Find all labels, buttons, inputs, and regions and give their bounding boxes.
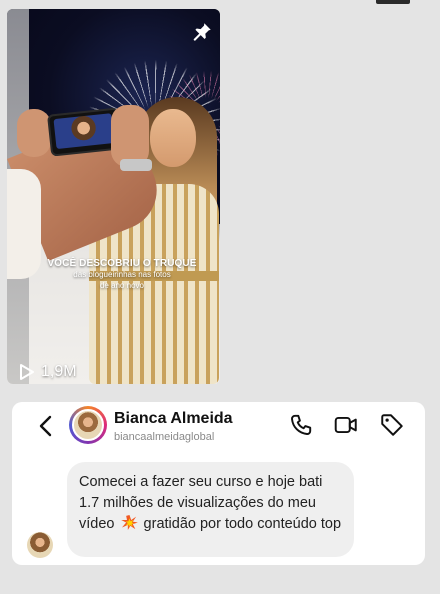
photographer-hand-left [17,109,51,157]
reel-thumbnail[interactable]: VOCÊ DESCOBRIU O TRUQUE das blogueirinha… [7,9,220,384]
view-count-label: 1,9M [41,363,77,380]
reel-caption: VOCÊ DESCOBRIU O TRUQUE das blogueirinha… [37,258,207,291]
message-bubble[interactable]: Comecei a fazer seu curso e hoje bati 1.… [67,462,354,557]
wrist-watch [120,159,152,171]
pin-icon[interactable] [191,21,213,43]
woman-face [150,109,196,167]
tag-icon[interactable] [379,412,405,438]
message-text-2: gratidão por todo conteúdo top [143,516,342,532]
smartphone-screen [53,113,115,150]
back-icon[interactable] [36,414,56,438]
caption-subtitle-2: de ano novo [99,281,145,290]
play-icon [20,364,34,380]
profile-avatar[interactable] [69,406,107,444]
sender-avatar[interactable] [27,532,53,558]
top-bar-fragment [376,0,410,4]
collision-emoji [120,515,138,530]
view-count: 1,9M [19,363,77,381]
photographer-hand-right [111,105,149,167]
contact-handle: biancaalmeidaglobal [114,431,215,443]
profile-photo [72,409,104,441]
caption-title: VOCÊ DESCOBRIU O TRUQUE [47,258,197,269]
video-icon[interactable] [333,412,359,438]
photographer-shirt [7,169,41,279]
contact-name[interactable]: Bianca Almeida [114,410,233,428]
caption-subtitle: das blogueirinhas nas fotos [73,270,171,279]
direct-message-card: Bianca Almeida biancaalmeidaglobal Comec… [12,402,425,565]
phone-icon[interactable] [288,412,314,438]
